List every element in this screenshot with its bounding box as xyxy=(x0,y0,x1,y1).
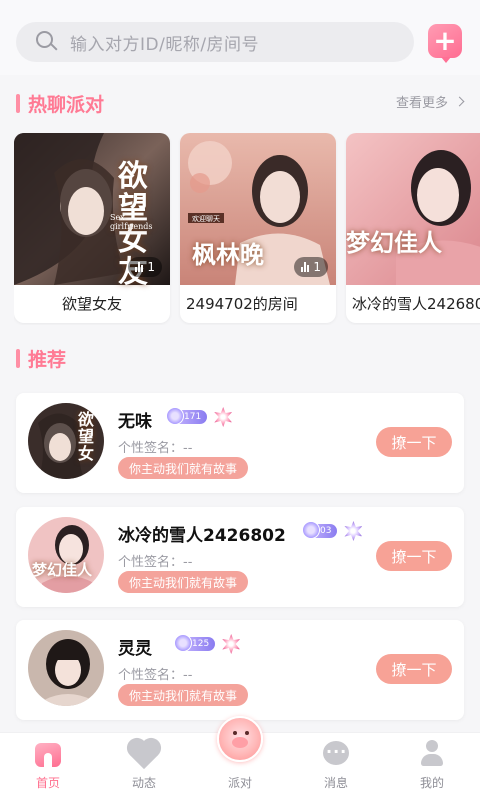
nav-item-messages[interactable]: 消息 xyxy=(306,739,366,791)
section-marker xyxy=(16,94,20,113)
avatar[interactable]: 梦幻佳人 xyxy=(28,517,104,593)
room-name: 冰冷的雪人2426802 xyxy=(352,295,480,313)
section-marker xyxy=(16,349,20,368)
chevron-right-icon xyxy=(454,96,465,107)
pig-party-icon[interactable] xyxy=(217,716,263,762)
party-room-card[interactable]: 欲望女友 Sex girlfriends 1 欲望女友 xyxy=(14,133,170,323)
user-name: 灵灵 xyxy=(118,639,152,659)
listener-count: 1 xyxy=(313,260,321,274)
top-bar: 输入对方ID/昵称/房间号 + xyxy=(0,0,480,75)
cover-title-text: 梦幻佳人 xyxy=(346,228,442,257)
party-room-list: 欲望女友 Sex girlfriends 1 欲望女友 枫林晚 欢迎聊天 1 2… xyxy=(14,133,480,325)
user-tag: 你主动我们就有故事 xyxy=(118,457,249,479)
room-name: 2494702的房间 xyxy=(186,295,298,313)
flirt-button[interactable]: 撩一下 xyxy=(376,427,452,457)
flower-badge-icon xyxy=(344,521,363,541)
home-icon xyxy=(34,739,62,767)
nav-label: 我的 xyxy=(419,776,444,790)
nav-item-profile[interactable]: 我的 xyxy=(402,739,462,791)
flirt-button[interactable]: 撩一下 xyxy=(376,654,452,684)
user-signature: 个性签名：-- xyxy=(118,668,193,683)
see-more-link[interactable]: 查看更多 xyxy=(396,92,465,111)
search-placeholder: 输入对方ID/昵称/房间号 xyxy=(70,34,260,55)
nav-item-home[interactable]: 首页 xyxy=(18,739,78,791)
flower-badge-icon xyxy=(214,407,233,427)
recommend-header: 推荐 xyxy=(16,345,66,372)
audio-bars-icon xyxy=(135,262,144,272)
level-badge: 171 xyxy=(165,407,208,425)
avatar[interactable] xyxy=(28,630,104,706)
message-icon xyxy=(322,739,350,767)
listener-badge: 1 xyxy=(128,257,162,277)
avatar-image xyxy=(28,630,104,706)
create-room-button[interactable]: + xyxy=(428,24,462,63)
profile-icon xyxy=(418,739,446,767)
search-icon xyxy=(36,31,58,53)
nav-label: 消息 xyxy=(323,776,348,790)
recommend-user-card[interactable]: 梦幻佳人 冰冷的雪人2426802 03 个性签名：-- 你主动我们就有故事 撩… xyxy=(16,507,464,607)
nav-label: 派对 xyxy=(227,776,252,790)
nav-label: 首页 xyxy=(35,776,60,790)
avatar[interactable]: 欲望女 xyxy=(28,403,104,479)
user-signature: 个性签名：-- xyxy=(118,555,193,570)
user-tag: 你主动我们就有故事 xyxy=(118,571,249,593)
listener-badge: 1 xyxy=(294,257,328,277)
nav-label: 动态 xyxy=(131,776,156,790)
avatar-image xyxy=(28,517,104,593)
avatar-overlay-text: 欲望女 xyxy=(78,410,95,463)
flirt-button[interactable]: 撩一下 xyxy=(376,541,452,571)
room-cover-image xyxy=(346,133,480,285)
cover-title-text: 枫林晚 xyxy=(192,240,264,269)
nav-item-feed[interactable]: 动态 xyxy=(114,739,174,791)
user-badges: 125 xyxy=(173,634,241,654)
see-more-label: 查看更多 xyxy=(396,96,449,111)
avatar-overlay-text: 梦幻佳人 xyxy=(32,561,93,579)
user-name: 冰冷的雪人2426802 xyxy=(118,526,286,546)
party-room-card[interactable]: 枫林晚 欢迎聊天 1 2494702的房间 xyxy=(180,133,336,323)
cover-tag-text: 欢迎聊天 xyxy=(192,215,220,223)
level-badge: 03 xyxy=(301,521,338,539)
recommend-user-card[interactable]: 灵灵 125 个性签名：-- 你主动我们就有故事 撩一下 xyxy=(16,620,464,720)
party-room-card[interactable]: 梦幻佳人 冰冷的雪人2426802 xyxy=(346,133,480,323)
audio-bars-icon xyxy=(301,262,310,272)
recommend-user-card[interactable]: 欲望女 无味 171 个性签名：-- 你主动我们就有故事 撩一下 xyxy=(16,393,464,493)
heart-icon xyxy=(129,739,159,770)
plus-icon: + xyxy=(433,24,457,57)
hot-party-title: 热聊派对 xyxy=(28,94,105,116)
level-badge: 125 xyxy=(173,634,216,652)
hot-party-header: 热聊派对 xyxy=(16,90,104,117)
room-name: 欲望女友 xyxy=(61,295,122,313)
user-signature: 个性签名：-- xyxy=(118,441,193,456)
flower-badge-icon xyxy=(222,634,241,654)
cover-subtitle-text: Sex girlfriends xyxy=(110,213,153,231)
recommend-title: 推荐 xyxy=(28,349,67,371)
user-badges: 171 xyxy=(165,407,233,427)
user-tag: 你主动我们就有故事 xyxy=(118,684,249,706)
listener-count: 1 xyxy=(147,260,155,274)
user-name: 无味 xyxy=(118,412,152,432)
user-badges: 03 xyxy=(301,521,363,541)
search-input[interactable]: 输入对方ID/昵称/房间号 xyxy=(16,22,414,62)
